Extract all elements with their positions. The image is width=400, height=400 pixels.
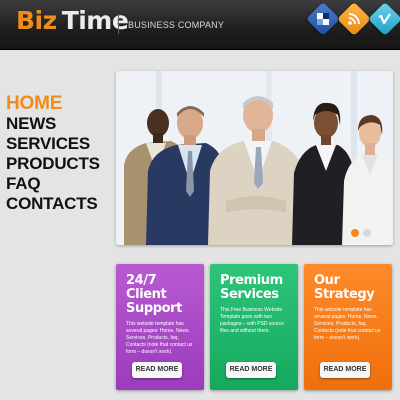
card-title: Premium Services — [220, 273, 283, 302]
card-title: Our Strategy — [314, 273, 375, 302]
logo-divider — [118, 14, 119, 34]
feature-card-services: Premium Services This Free Business Webs… — [210, 264, 298, 390]
slider-dot-active[interactable] — [351, 229, 359, 237]
vimeo-icon[interactable] — [368, 2, 400, 36]
read-more-button[interactable]: READ MORE — [320, 362, 370, 378]
feature-card-strategy: Our Strategy This website template has s… — [304, 264, 392, 390]
nav-item-products[interactable]: PRODUCTS — [6, 154, 100, 174]
main-nav: HOME NEWS SERVICES PRODUCTS FAQ CONTACTS — [6, 94, 100, 214]
read-more-button[interactable]: READ MORE — [132, 362, 182, 378]
nav-item-faq[interactable]: FAQ — [6, 174, 100, 194]
nav-item-contacts[interactable]: CONTACTS — [6, 194, 100, 214]
site-header: Biz Time BUSINESS COMPANY — [0, 0, 400, 50]
nav-item-services[interactable]: SERVICES — [6, 134, 100, 154]
read-more-button[interactable]: READ MORE — [226, 362, 276, 378]
nav-item-news[interactable]: NEWS — [6, 114, 100, 134]
slider-dot[interactable] — [363, 229, 371, 237]
hero-slider-image — [116, 71, 393, 245]
rss-icon[interactable] — [337, 2, 371, 36]
card-text: This Free Business Website Template goes… — [220, 307, 284, 334]
tagline: BUSINESS COMPANY — [128, 20, 225, 30]
feature-card-support: 24/7 Client Support This website templat… — [116, 264, 204, 390]
card-text: This website template has several pages:… — [126, 321, 193, 355]
logo[interactable]: Biz Time — [16, 6, 129, 36]
logo-text-biz: Biz — [16, 6, 57, 35]
card-title: 24/7 Client Support — [126, 273, 182, 316]
nav-item-home[interactable]: HOME — [6, 94, 100, 114]
delicious-icon[interactable] — [306, 2, 340, 36]
card-text: This website template has several pages:… — [314, 307, 381, 341]
